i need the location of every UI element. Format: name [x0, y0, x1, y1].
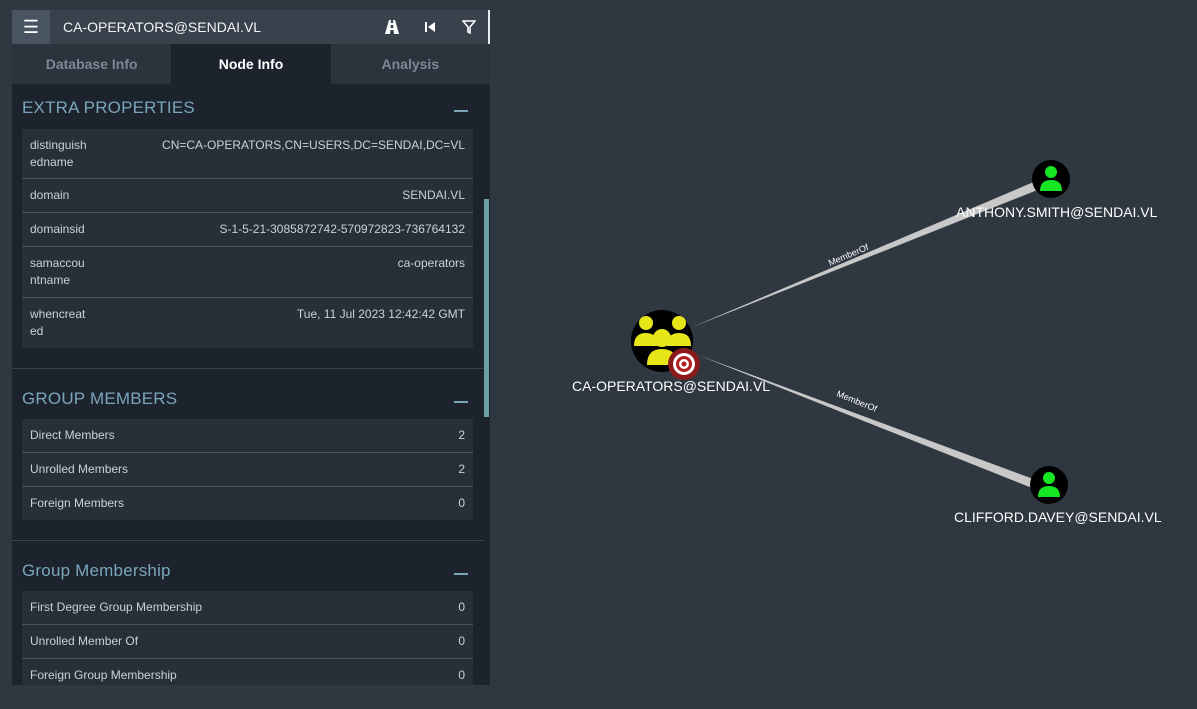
table-row[interactable]: Foreign Members 0 — [22, 487, 473, 520]
property-key: domain — [30, 188, 70, 202]
search-bar: ☰ CA-OPERATORS@SENDAI.VL — [12, 10, 490, 44]
user-node-clifford-davey[interactable] — [1030, 466, 1068, 504]
table-row: samaccountname ca-operators — [22, 247, 473, 298]
hamburger-icon[interactable]: ☰ — [12, 10, 50, 44]
extra-properties-header[interactable]: EXTRA PROPERTIES — [22, 98, 468, 128]
tab-node-info[interactable]: Node Info — [171, 44, 331, 84]
section-title: EXTRA PROPERTIES — [22, 98, 195, 117]
panel-tabs: Database Info Node Info Analysis — [12, 44, 490, 84]
table-row: whencreated Tue, 11 Jul 2023 12:42:42 GM… — [22, 298, 473, 348]
tab-analysis[interactable]: Analysis — [331, 44, 490, 84]
scrollbar-thumb[interactable] — [484, 199, 489, 417]
collapse-icon[interactable] — [454, 110, 468, 112]
collapse-icon[interactable] — [454, 573, 468, 575]
node-info-panel: ☰ CA-OPERATORS@SENDAI.VL Database Info N… — [12, 10, 490, 685]
search-input[interactable]: CA-OPERATORS@SENDAI.VL — [63, 19, 261, 35]
table-row[interactable]: Unrolled Members 2 — [22, 453, 473, 487]
property-key: distinguishedname — [30, 138, 87, 169]
row-label: Unrolled Members — [30, 462, 129, 476]
row-count: 0 — [458, 600, 465, 614]
road-icon[interactable] — [381, 16, 403, 38]
group-members-header[interactable]: GROUP MEMBERS — [22, 389, 468, 419]
user-node-anthony-smith[interactable] — [1032, 160, 1070, 198]
tab-database-info[interactable]: Database Info — [12, 44, 171, 84]
table-row: domainsid S-1-5-21-3085872742-570972823-… — [22, 213, 473, 247]
edge-memberof-clifford[interactable]: MemberOf — [698, 355, 1036, 488]
node-label-anthony-smith[interactable]: ANTHONY.SMITH@SENDAI.VL — [956, 204, 1157, 220]
row-count: 0 — [458, 634, 465, 648]
row-label: First Degree Group Membership — [30, 600, 203, 614]
row-count: 0 — [458, 496, 465, 510]
row-label: Foreign Group Membership — [30, 668, 177, 682]
property-key: domainsid — [30, 222, 85, 236]
row-count: 2 — [458, 462, 465, 476]
row-label: Foreign Members — [30, 496, 125, 510]
property-value: Tue, 11 Jul 2023 12:42:42 GMT — [296, 307, 465, 321]
property-value: SENDAI.VL — [402, 188, 465, 202]
section-divider — [12, 368, 484, 369]
row-count: 2 — [458, 428, 465, 442]
node-label-ca-operators[interactable]: CA-OPERATORS@SENDAI.VL — [572, 378, 770, 394]
table-row: domain SENDAI.VL — [22, 179, 473, 213]
node-label-clifford-davey[interactable]: CLIFFORD.DAVEY@SENDAI.VL — [954, 509, 1162, 525]
step-back-icon[interactable] — [419, 16, 441, 38]
table-row: distinguishedname CN=CA-OPERATORS,CN=USE… — [22, 129, 473, 179]
node-info-content: EXTRA PROPERTIES distinguishedname CN=CA… — [12, 84, 484, 685]
group-members-table: Direct Members 2 Unrolled Members 2 Fore… — [22, 419, 473, 520]
group-node-ca-operators[interactable] — [631, 310, 700, 380]
property-value: ca-operators — [397, 256, 465, 270]
extra-properties-table: distinguishedname CN=CA-OPERATORS,CN=USE… — [22, 129, 473, 348]
group-membership-table: First Degree Group Membership 0 Unrolled… — [22, 591, 473, 685]
group-membership-header[interactable]: Group Membership — [22, 561, 468, 591]
section-divider — [12, 540, 484, 541]
row-label: Direct Members — [30, 428, 115, 442]
table-row[interactable]: Direct Members 2 — [22, 419, 473, 453]
table-row[interactable]: First Degree Group Membership 0 — [22, 591, 473, 625]
target-icon — [668, 348, 700, 380]
section-title: Group Membership — [22, 561, 171, 580]
table-row[interactable]: Unrolled Member Of 0 — [22, 625, 473, 659]
row-label: Unrolled Member Of — [30, 634, 139, 648]
property-value: S-1-5-21-3085872742-570972823-736764132 — [219, 222, 465, 236]
collapse-icon[interactable] — [454, 401, 468, 403]
section-title: GROUP MEMBERS — [22, 389, 178, 408]
property-key: whencreated — [30, 307, 86, 338]
row-count: 0 — [458, 668, 465, 682]
graph-canvas[interactable]: MemberOf MemberOf CA-OPERATORS@SENDAI.VL… — [490, 0, 1197, 709]
table-row[interactable]: Foreign Group Membership 0 — [22, 659, 473, 685]
property-value: CN=CA-OPERATORS,CN=USERS,DC=SENDAI,DC=VL — [162, 138, 465, 152]
property-key: samaccountname — [30, 256, 85, 287]
filter-icon[interactable] — [458, 16, 480, 38]
